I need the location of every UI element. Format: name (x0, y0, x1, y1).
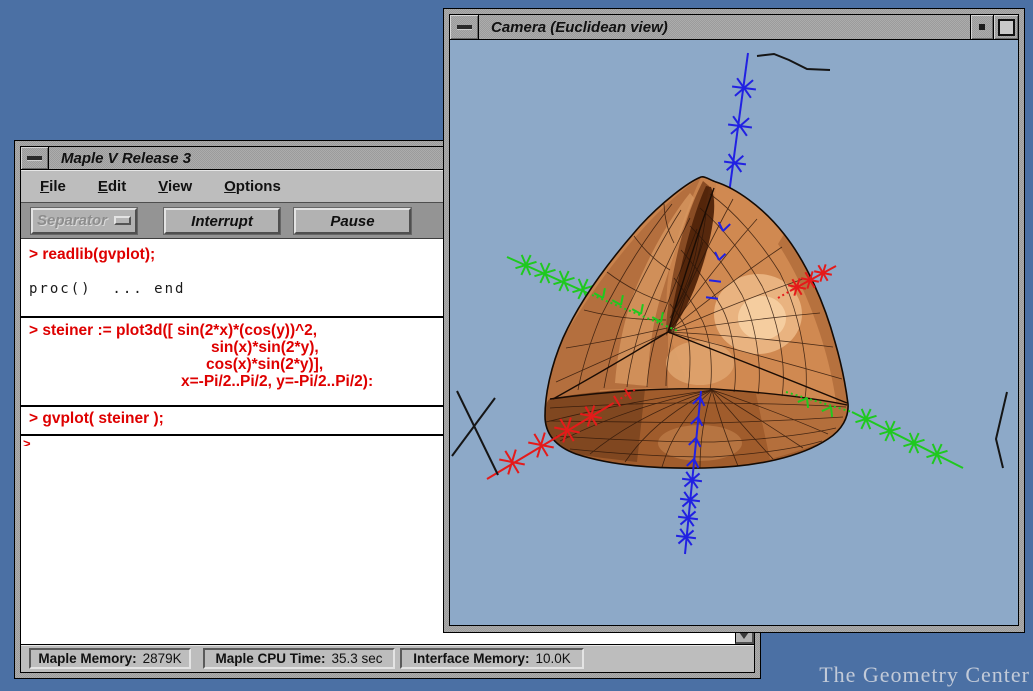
status-value: 2879K (143, 651, 182, 666)
maple-input-steiner-line3[interactable]: cos(x)*sin(2*y)], (206, 356, 323, 374)
option-menu-indicator-icon (114, 216, 131, 225)
status-cpu-time: Maple CPU Time: 35.3 sec (203, 648, 395, 669)
status-value: 10.0K (536, 651, 571, 666)
maple-window-title: Maple V Release 3 (61, 150, 191, 167)
minimize-icon (979, 24, 985, 30)
window-menu-dash-icon (27, 156, 42, 160)
pause-button[interactable]: Pause (294, 208, 411, 234)
separator-label: Separator (37, 209, 107, 233)
status-label: Maple CPU Time: (215, 651, 325, 666)
maximize-icon (998, 19, 1015, 36)
3d-scene (450, 40, 1018, 625)
maple-input-steiner-line2[interactable]: sin(x)*sin(2*y), (211, 339, 319, 357)
maple-next-prompt[interactable]: > (23, 436, 31, 446)
minimize-button[interactable] (970, 15, 993, 39)
maple-output-proc: proc() ... end (29, 281, 185, 297)
maple-input-readlib[interactable]: > readlib(gvplot); (29, 246, 155, 264)
menu-file[interactable]: File (30, 175, 76, 198)
steiner-surface (545, 177, 848, 468)
camera-titlebar[interactable]: Camera (Euclidean view) (449, 14, 1019, 40)
menu-view[interactable]: View (148, 175, 202, 198)
maple-input-steiner-line1[interactable]: > steiner := plot3d([ sin(2*x)*(cos(y))^… (29, 322, 317, 340)
geometry-center-watermark: The Geometry Center (819, 662, 1030, 688)
window-menu-button[interactable] (21, 147, 49, 169)
maximize-button[interactable] (993, 15, 1018, 39)
maple-input-gvplot[interactable]: > gvplot( steiner ); (29, 410, 164, 428)
camera-window: Camera (Euclidean view) (443, 8, 1025, 633)
status-value: 35.3 sec (331, 651, 382, 666)
maple-input-steiner-line4[interactable]: x=-Pi/2..Pi/2, y=-Pi/2..Pi/2): (181, 373, 373, 391)
menu-edit[interactable]: Edit (88, 175, 136, 198)
arrow-down-icon (739, 632, 749, 639)
window-menu-button[interactable] (450, 15, 479, 39)
menu-options[interactable]: Options (214, 175, 291, 198)
interrupt-button[interactable]: Interrupt (164, 208, 280, 234)
camera-viewport[interactable] (449, 40, 1019, 626)
maple-statusbar: Maple Memory: 2879K Maple CPU Time: 35.3… (21, 645, 754, 672)
window-menu-dash-icon (457, 25, 472, 29)
status-label: Interface Memory: (413, 651, 529, 666)
status-interface-memory: Interface Memory: 10.0K (400, 648, 584, 669)
camera-window-title: Camera (Euclidean view) (491, 19, 668, 36)
status-label: Maple Memory: (38, 651, 136, 666)
separator-option-menu[interactable]: Separator (31, 208, 137, 234)
status-maple-memory: Maple Memory: 2879K (29, 648, 191, 669)
